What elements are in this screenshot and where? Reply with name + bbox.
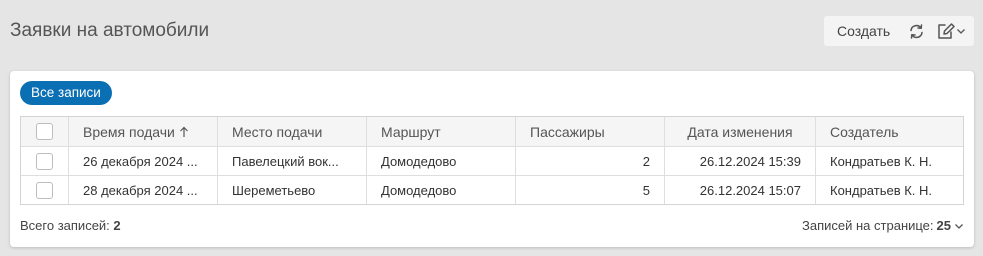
total-records: Всего записей: 2: [20, 218, 121, 233]
total-records-value: 2: [113, 218, 121, 233]
page-size-label: Записей на странице:: [802, 218, 934, 233]
column-header-passengers[interactable]: Пассажиры: [515, 117, 664, 146]
page-size-value: 25: [936, 218, 951, 233]
cell-time: 26 декабря 2024 ...: [68, 147, 217, 175]
cell-passengers: 5: [515, 176, 664, 204]
create-button[interactable]: Создать: [824, 23, 906, 39]
row-checkbox[interactable]: [36, 181, 53, 199]
column-header-route[interactable]: Маршрут: [366, 117, 515, 146]
records-table: Время подачи Место подачи Маршрут Пассаж…: [20, 116, 964, 205]
row-checkbox-cell: [21, 176, 68, 204]
chevron-down-icon: [957, 29, 965, 34]
cell-modified: 26.12.2024 15:39: [664, 147, 815, 175]
filter-chip-all[interactable]: Все записи: [20, 81, 112, 105]
toolbar: Создать: [824, 16, 974, 46]
column-header-creator[interactable]: Создатель: [815, 117, 963, 146]
cell-passengers: 2: [515, 147, 664, 175]
column-header-label: Время подачи: [83, 123, 175, 140]
cell-creator: Кондратьев К. Н.: [815, 176, 963, 204]
page-size-selector[interactable]: Записей на странице: 25: [802, 218, 964, 233]
table-row[interactable]: 28 декабря 2024 ... Шереметьево Домодедо…: [21, 175, 963, 204]
select-all-checkbox[interactable]: [36, 123, 53, 140]
cell-place: Шереметьево: [217, 176, 366, 204]
row-checkbox[interactable]: [36, 152, 53, 170]
cell-route: Домодедово: [366, 176, 515, 204]
edit-icon: [938, 23, 955, 39]
records-card: Все записи Время подачи Место подачи Мар…: [10, 71, 974, 247]
cell-route: Домодедово: [366, 147, 515, 175]
refresh-icon[interactable]: [906, 23, 926, 40]
column-header-modified[interactable]: Дата изменения: [664, 117, 815, 146]
table-row[interactable]: 26 декабря 2024 ... Павелецкий вок... До…: [21, 146, 963, 175]
cell-place: Павелецкий вок...: [217, 147, 366, 175]
cell-creator: Кондратьев К. Н.: [815, 147, 963, 175]
chevron-down-icon: [955, 223, 963, 229]
column-header-time[interactable]: Время подачи: [68, 117, 217, 146]
edit-menu-button[interactable]: [934, 22, 968, 40]
row-checkbox-cell: [21, 147, 68, 175]
total-records-label: Всего записей:: [20, 218, 110, 233]
cell-modified: 26.12.2024 15:07: [664, 176, 815, 204]
page-title: Заявки на автомобили: [10, 20, 210, 41]
sort-arrow-up-icon: [179, 126, 188, 137]
header-checkbox-cell: [21, 117, 68, 146]
table-header: Время подачи Место подачи Маршрут Пассаж…: [21, 117, 963, 146]
cell-time: 28 декабря 2024 ...: [68, 176, 217, 204]
column-header-place[interactable]: Место подачи: [217, 117, 366, 146]
